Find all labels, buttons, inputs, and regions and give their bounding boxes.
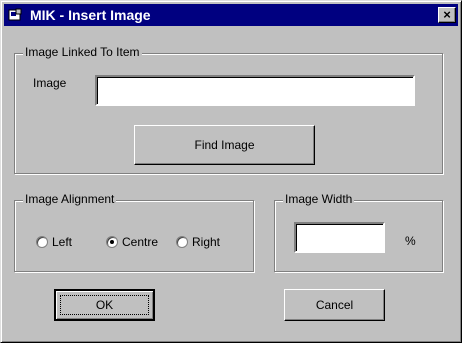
radio-left-circle[interactable] [36,236,48,248]
image-width-group: Image Width % [274,192,443,272]
radio-right-circle[interactable] [176,236,188,248]
radio-left-label: Left [52,235,73,249]
image-alignment-legend: Image Alignment [23,192,117,206]
find-image-button[interactable]: Find Image [134,125,315,165]
window-title: MIK - Insert Image [30,7,151,23]
image-width-input[interactable] [294,222,385,253]
radio-centre-circle[interactable] [106,236,118,248]
focus-rect [60,295,149,315]
ok-button[interactable]: OK [54,289,155,321]
image-linked-group: Image Linked To Item Image Find Image [14,45,443,174]
image-path-input[interactable] [95,75,415,106]
image-width-legend: Image Width [283,192,355,206]
title-bar[interactable]: MIK - Insert Image × [4,4,458,26]
app-icon [8,8,22,21]
radio-right-label: Right [192,235,221,249]
close-icon: × [443,7,451,22]
insert-image-dialog: MIK - Insert Image × Image Linked To Ite… [0,0,462,343]
image-alignment-group: Image Alignment Left Centre Right [14,192,254,272]
image-linked-legend: Image Linked To Item [23,45,142,59]
close-button[interactable]: × [438,7,456,23]
radio-centre-label: Centre [122,235,159,249]
percent-unit-label: % [405,234,416,248]
cancel-button[interactable]: Cancel [284,289,385,321]
image-label: Image [33,76,67,90]
radio-selected-dot [110,240,114,244]
